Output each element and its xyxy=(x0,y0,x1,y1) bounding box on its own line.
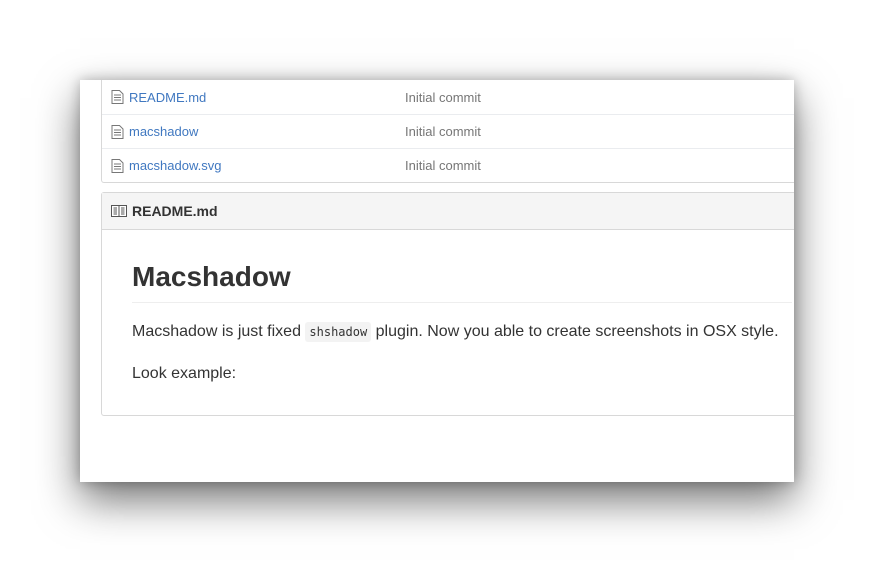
paragraph-text: plugin. Now you able to create screensho… xyxy=(371,323,779,340)
readme-title: README.md xyxy=(132,203,218,219)
file-link[interactable]: macshadow.svg xyxy=(129,158,222,173)
file-text-icon xyxy=(111,125,124,139)
app-window: README.md Initial commit macshadow Initi… xyxy=(80,80,794,482)
readme-body: Macshadow Macshadow is just fixed shshad… xyxy=(102,230,794,386)
paragraph-text: Macshadow is just fixed xyxy=(132,323,306,340)
readme-heading: Macshadow xyxy=(132,230,792,303)
book-icon xyxy=(111,205,127,217)
file-row-macshadow[interactable]: macshadow Initial commit xyxy=(102,114,794,148)
file-list: README.md Initial commit macshadow Initi… xyxy=(101,80,794,183)
file-text-icon xyxy=(111,159,124,173)
file-row-readme[interactable]: README.md Initial commit xyxy=(102,80,794,114)
file-row-macshadow-svg[interactable]: macshadow.svg Initial commit xyxy=(102,148,794,182)
file-text-icon xyxy=(111,90,124,104)
readme-paragraph: Macshadow is just fixed shshadow plugin.… xyxy=(132,319,792,345)
file-link[interactable]: README.md xyxy=(129,90,206,105)
inline-code: shshadow xyxy=(305,322,372,342)
commit-message[interactable]: Initial commit xyxy=(405,90,481,105)
file-link[interactable]: macshadow xyxy=(129,124,198,139)
readme-panel: README.md Macshadow Macshadow is just fi… xyxy=(101,192,794,416)
readme-paragraph: Look example: xyxy=(132,365,237,382)
commit-message[interactable]: Initial commit xyxy=(405,124,481,139)
readme-header: README.md xyxy=(102,193,794,230)
commit-message[interactable]: Initial commit xyxy=(405,158,481,173)
